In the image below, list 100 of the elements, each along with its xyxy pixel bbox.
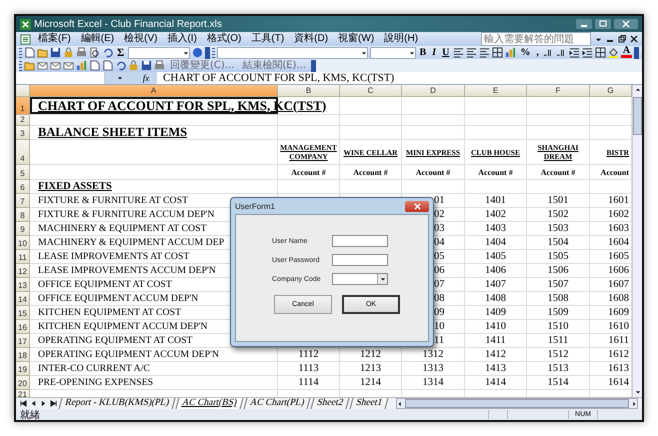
table-cell: 1413 [465, 362, 527, 376]
reply-with-changes-button[interactable]: 回覆變更(C)... [167, 60, 238, 72]
table-cell: OPERATING EQUIPMENT ACCUM DEP'N [30, 348, 278, 362]
row-header[interactable]: 1 [16, 97, 30, 115]
table-cell: 1512 [527, 348, 590, 362]
table-cell: 1112 [278, 348, 340, 362]
sheet-tab[interactable]: Sheet2 [310, 398, 350, 409]
format-button[interactable]: I [430, 46, 438, 58]
column-header[interactable]: G [590, 85, 632, 97]
table-cell: 1501 [527, 194, 590, 208]
menu-item[interactable]: 檢視(V) [121, 33, 160, 45]
row-header[interactable]: 4 [16, 140, 30, 165]
row-header[interactable]: 10 [16, 236, 30, 250]
row-header[interactable]: 11 [16, 250, 30, 264]
number-format-button[interactable]: , [534, 46, 541, 58]
table-cell: 1312 [402, 348, 465, 362]
table-cell: 1407 [465, 278, 527, 292]
menu-item[interactable]: 編輯(E) [78, 33, 118, 45]
row-header[interactable]: 19 [16, 362, 30, 376]
row-header[interactable]: 17 [16, 334, 30, 348]
help-search-field[interactable]: 輸入需要解答的問題 [481, 32, 591, 46]
menu-item[interactable]: 插入(I) [164, 33, 200, 45]
row-header[interactable]: 20 [16, 376, 30, 390]
row-header[interactable]: 16 [16, 320, 30, 334]
row-header[interactable]: 9 [16, 222, 30, 236]
table-cell: 1214 [340, 376, 402, 390]
table-cell: 1412 [465, 348, 527, 362]
formula-field[interactable]: CHART OF ACCOUNT FOR SPL, KMS, KC(TST) [157, 72, 394, 84]
table-cell: 1411 [465, 334, 527, 348]
table-cell: 1403 [465, 222, 527, 236]
table-cell: 1503 [527, 222, 590, 236]
column-header[interactable]: D [402, 85, 465, 97]
table-cell: 1408 [465, 292, 527, 306]
table-cell: 1414 [465, 376, 527, 390]
menu-item[interactable]: 資料(D) [291, 33, 332, 45]
table-cell: 1504 [527, 236, 590, 250]
number-format-button[interactable]: % [518, 46, 532, 58]
table-cell: Account # [465, 165, 527, 180]
column-header[interactable]: A [30, 85, 278, 97]
table-cell: 1409 [465, 306, 527, 320]
table-cell: FIXED ASSETS [30, 180, 278, 194]
menu-item[interactable]: 檔案(F) [35, 33, 74, 45]
row-header[interactable]: 3 [16, 126, 30, 140]
table-cell: 1502 [527, 208, 590, 222]
column-header[interactable]: C [340, 85, 402, 97]
table-cell: 1514 [527, 376, 590, 390]
sheet-tab[interactable]: AC Chart(BS) [176, 398, 244, 409]
table-cell: 1213 [340, 362, 402, 376]
menu-item[interactable]: 格式(O) [204, 33, 244, 45]
row-header[interactable]: 6 [16, 180, 30, 194]
format-button[interactable]: U [440, 46, 452, 58]
table-cell: 1113 [278, 362, 340, 376]
menu-item[interactable]: 工具(T) [248, 33, 288, 45]
insert-function-button[interactable]: fx [135, 72, 157, 84]
column-header[interactable]: E [465, 85, 527, 97]
row-header[interactable]: 7 [16, 194, 30, 208]
sheet-tab[interactable]: Report - KLUB(KMS)(PL) [58, 398, 176, 409]
row-header[interactable]: 13 [16, 278, 30, 292]
table-cell: 1404 [465, 236, 527, 250]
table-cell: 1509 [527, 306, 590, 320]
row-header[interactable]: 14 [16, 292, 30, 306]
row-header[interactable]: 2 [16, 115, 30, 126]
table-cell: Account # [527, 165, 590, 180]
row-header[interactable]: 8 [16, 208, 30, 222]
sheet-tab[interactable]: Sheet1 [349, 398, 388, 409]
column-header[interactable]: F [527, 85, 590, 97]
table-cell: 1510 [527, 320, 590, 334]
menu-item[interactable]: 說明(H) [381, 33, 422, 45]
table-cell: 1508 [527, 292, 590, 306]
row-header[interactable]: 18 [16, 348, 30, 362]
table-cell: BALANCE SHEET ITEMS [30, 126, 278, 140]
table-cell: PRE-OPENING EXPENSES [30, 376, 278, 390]
table-cell: 1506 [527, 264, 590, 278]
table-cell: 1402 [465, 208, 527, 222]
table-cell: 1212 [340, 348, 402, 362]
menu-item[interactable]: 視窗(W) [335, 33, 378, 45]
table-cell: 1410 [465, 320, 527, 334]
table-cell: 1507 [527, 278, 590, 292]
table-cell: 1114 [278, 376, 340, 390]
table-cell: Account # [340, 165, 402, 180]
table-cell: Account # [402, 165, 465, 180]
format-button[interactable]: B [418, 46, 428, 58]
table-cell: INTER-CO CURRENT A/C [30, 362, 278, 376]
table-cell: 1313 [402, 362, 465, 376]
column-header[interactable]: B [278, 85, 340, 97]
end-review-button[interactable]: 結束檢閱(E)... [239, 60, 309, 72]
status-text: 就緒 [20, 408, 40, 420]
table-cell: 1406 [465, 264, 527, 278]
sheet-tab[interactable]: AC Chart(PL) [243, 398, 310, 409]
row-header[interactable]: 21 [16, 390, 30, 397]
table-cell: 1511 [527, 334, 590, 348]
table-cell: Account # [278, 165, 340, 180]
table-cell: 1401 [465, 194, 527, 208]
window-title: Microsoft Excel - Club Financial Report.xls [34, 18, 222, 30]
row-header[interactable]: 5 [16, 165, 30, 180]
table-cell: 1405 [465, 250, 527, 264]
row-header[interactable]: 12 [16, 264, 30, 278]
autosum-button[interactable]: Σ [114, 46, 126, 58]
dialog-title: UserForm1 [235, 202, 276, 210]
row-header[interactable]: 15 [16, 306, 30, 320]
